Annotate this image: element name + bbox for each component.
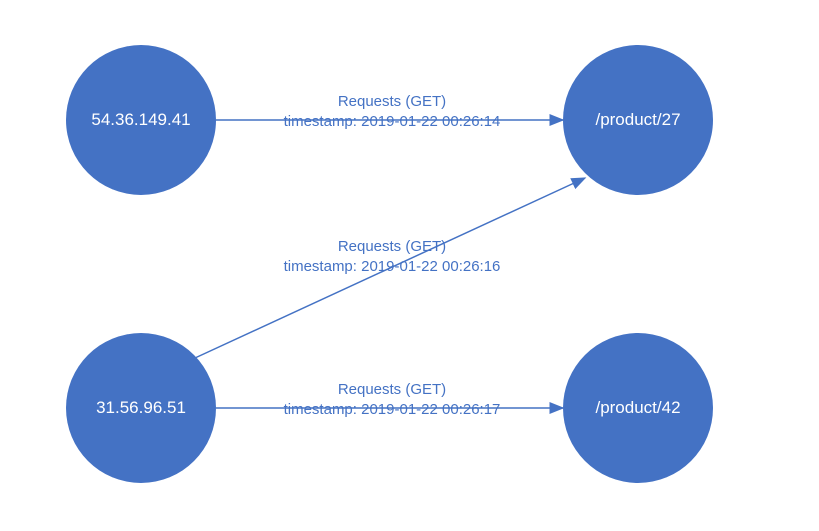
edge-label-e3: Requests (GET) timestamp: 2019-01-22 00:… (282, 380, 502, 421)
edge-e2-action: Requests (GET) (282, 237, 502, 257)
node-ip1: 54.36.149.41 (66, 45, 216, 195)
edge-e1-action: Requests (GET) (282, 92, 502, 112)
node-ip2-label: 31.56.96.51 (96, 398, 186, 418)
node-resource1: /product/27 (563, 45, 713, 195)
edge-e3-action: Requests (GET) (282, 380, 502, 400)
edge-label-e2: Requests (GET) timestamp: 2019-01-22 00:… (282, 237, 502, 278)
node-ip2: 31.56.96.51 (66, 333, 216, 483)
edge-label-e1: Requests (GET) timestamp: 2019-01-22 00:… (282, 92, 502, 133)
edge-e1-timestamp: timestamp: 2019-01-22 00:26:14 (282, 112, 502, 132)
edge-e2-timestamp: timestamp: 2019-01-22 00:26:16 (282, 257, 502, 277)
edge-e3-timestamp: timestamp: 2019-01-22 00:26:17 (282, 400, 502, 420)
node-ip1-label: 54.36.149.41 (91, 110, 190, 130)
node-resource2: /product/42 (563, 333, 713, 483)
node-resource2-label: /product/42 (595, 398, 680, 418)
node-resource1-label: /product/27 (595, 110, 680, 130)
